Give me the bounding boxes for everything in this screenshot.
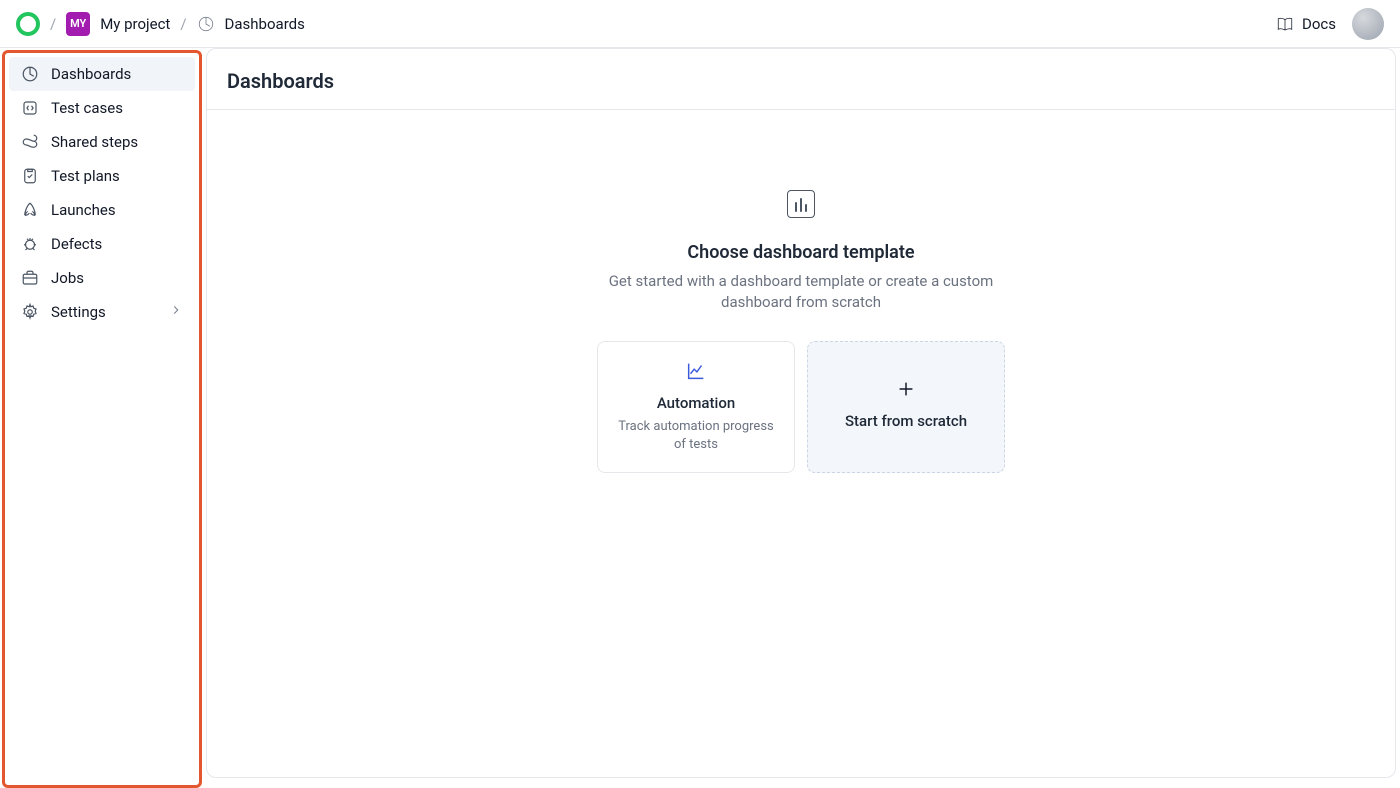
line-chart-icon bbox=[685, 360, 707, 382]
test-plans-icon bbox=[21, 167, 39, 185]
template-cards: Automation Track automation progress of … bbox=[597, 341, 1005, 473]
page-title: Dashboards bbox=[227, 69, 1375, 93]
sidebar-item-settings[interactable]: Settings bbox=[9, 295, 195, 329]
card-title: Automation bbox=[657, 394, 735, 412]
sidebar-item-label: Jobs bbox=[51, 269, 84, 287]
empty-title: Choose dashboard template bbox=[687, 242, 914, 263]
sidebar-item-label: Settings bbox=[51, 303, 106, 321]
sidebar-item-label: Shared steps bbox=[51, 133, 138, 151]
breadcrumb-separator: / bbox=[50, 15, 56, 33]
test-cases-icon bbox=[21, 99, 39, 117]
sidebar-item-test-plans[interactable]: Test plans bbox=[9, 159, 195, 193]
breadcrumb: / MY My project / Dashboards bbox=[16, 12, 305, 36]
sidebar-item-shared-steps[interactable]: Shared steps bbox=[9, 125, 195, 159]
empty-state: Choose dashboard template Get started wi… bbox=[207, 110, 1395, 473]
main: Dashboards Choose dashboard template Get… bbox=[202, 48, 1400, 788]
project-badge[interactable]: MY bbox=[66, 12, 90, 36]
settings-icon bbox=[21, 303, 39, 321]
panel: Dashboards Choose dashboard template Get… bbox=[206, 48, 1396, 778]
topbar: / MY My project / Dashboards Docs bbox=[0, 0, 1400, 48]
dashboards-crumb-icon bbox=[197, 15, 215, 33]
panel-header: Dashboards bbox=[207, 49, 1395, 110]
shared-steps-icon bbox=[21, 133, 39, 151]
breadcrumb-page[interactable]: Dashboards bbox=[225, 15, 305, 33]
sidebar-item-launches[interactable]: Launches bbox=[9, 193, 195, 227]
empty-subtitle: Get started with a dashboard template or… bbox=[601, 271, 1001, 313]
sidebar-item-test-cases[interactable]: Test cases bbox=[9, 91, 195, 125]
topbar-right: Docs bbox=[1276, 8, 1384, 40]
sidebar-item-label: Test cases bbox=[51, 99, 123, 117]
book-icon bbox=[1276, 15, 1294, 33]
project-name[interactable]: My project bbox=[100, 15, 170, 33]
sidebar-item-label: Defects bbox=[51, 235, 102, 253]
defects-icon bbox=[21, 235, 39, 253]
template-card-automation[interactable]: Automation Track automation progress of … bbox=[597, 341, 795, 473]
jobs-icon bbox=[21, 269, 39, 287]
sidebar-item-jobs[interactable]: Jobs bbox=[9, 261, 195, 295]
template-card-scratch[interactable]: Start from scratch bbox=[807, 341, 1005, 473]
sidebar-item-label: Dashboards bbox=[51, 65, 131, 83]
sidebar-item-dashboards[interactable]: Dashboards bbox=[9, 57, 195, 91]
sidebar: Dashboards Test cases Shared steps Test … bbox=[2, 50, 202, 788]
sidebar-item-label: Launches bbox=[51, 201, 116, 219]
docs-link[interactable]: Docs bbox=[1276, 15, 1336, 33]
user-avatar[interactable] bbox=[1352, 8, 1384, 40]
chevron-right-icon bbox=[169, 303, 183, 321]
breadcrumb-separator: / bbox=[180, 15, 186, 33]
card-description: Track automation progress of tests bbox=[614, 418, 778, 453]
card-title: Start from scratch bbox=[845, 412, 967, 430]
chart-icon bbox=[787, 190, 815, 218]
sidebar-item-defects[interactable]: Defects bbox=[9, 227, 195, 261]
plus-icon bbox=[895, 378, 917, 400]
layout: Dashboards Test cases Shared steps Test … bbox=[0, 48, 1400, 788]
dashboards-icon bbox=[21, 65, 39, 83]
docs-label: Docs bbox=[1302, 15, 1336, 33]
launches-icon bbox=[21, 201, 39, 219]
app-logo-icon[interactable] bbox=[16, 12, 40, 36]
sidebar-item-label: Test plans bbox=[51, 167, 120, 185]
